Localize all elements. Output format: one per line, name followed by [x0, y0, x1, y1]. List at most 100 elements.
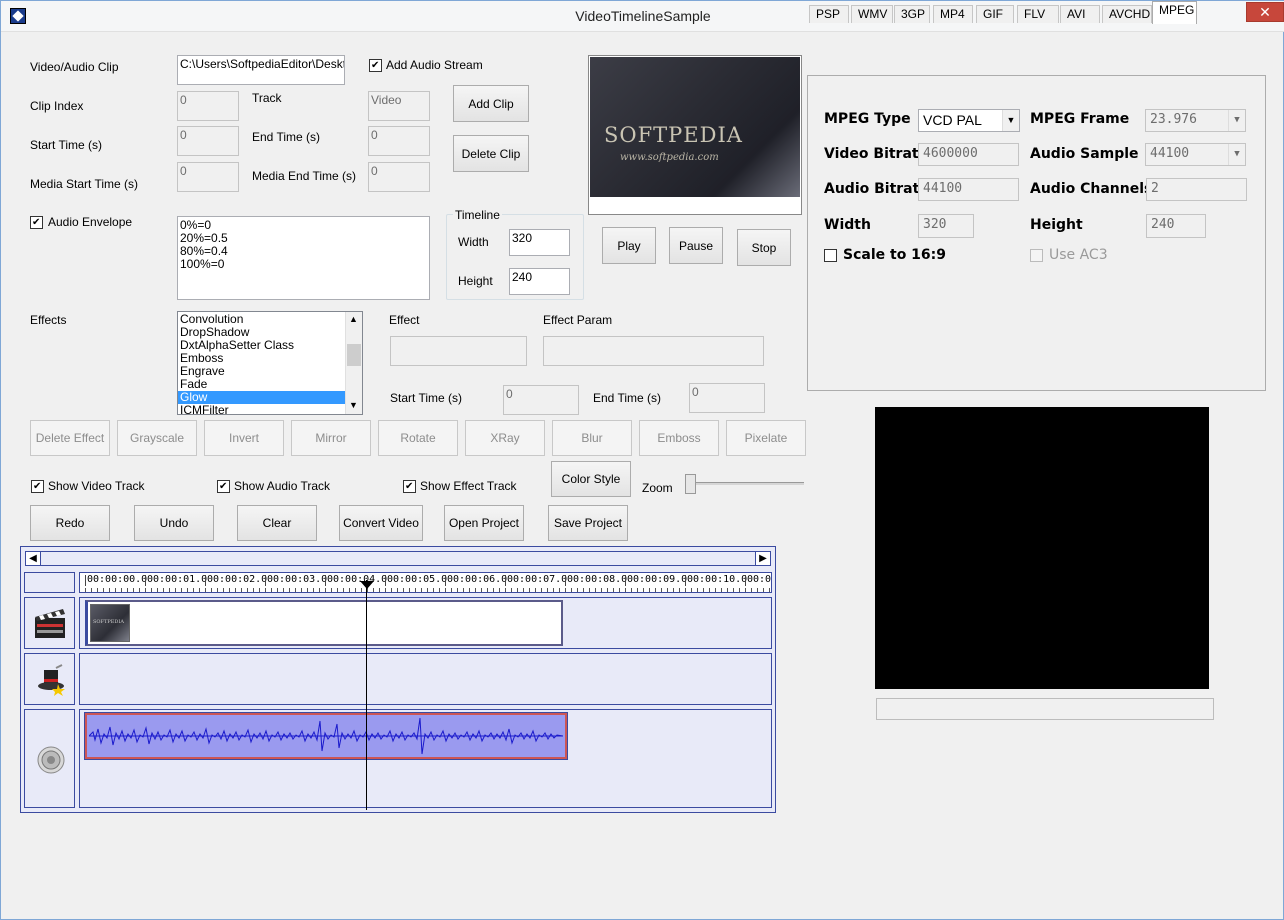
output-progress-bar	[876, 698, 1214, 720]
timeline-scroll-thumb[interactable]	[42, 553, 754, 564]
clip-path-input[interactable]: C:\Users\SoftpediaEditor\Desktop	[177, 55, 345, 85]
timeline-width-input[interactable]: 320	[509, 229, 570, 256]
mpeg-type-select[interactable]: VCD PAL ▼	[918, 109, 1020, 132]
delete-clip-button[interactable]: Delete Clip	[453, 135, 529, 172]
output-video-preview	[875, 407, 1209, 689]
timeline-height-input[interactable]: 240	[509, 268, 570, 295]
envelope-line: 100%=0	[180, 257, 225, 271]
media-end-time-input[interactable]: 0	[368, 162, 430, 192]
effects-listbox[interactable]: Convolution DropShadow DxtAlphaSetter Cl…	[177, 311, 363, 415]
playhead-marker-icon[interactable]	[360, 581, 374, 589]
effect-track-lane[interactable]	[79, 653, 772, 705]
save-project-button[interactable]: Save Project	[548, 505, 628, 541]
stop-button[interactable]: Stop	[737, 229, 791, 266]
show-video-track-checkbox[interactable]	[31, 480, 44, 493]
tab-avi[interactable]: AVI	[1060, 5, 1100, 23]
emboss-button[interactable]: Emboss	[639, 420, 719, 456]
effect-param-input[interactable]	[543, 336, 764, 366]
add-audio-stream-checkbox[interactable]	[369, 59, 382, 72]
audio-sample-select[interactable]: 44100 ▼	[1145, 143, 1246, 166]
scroll-left-icon[interactable]: ◀	[26, 552, 41, 565]
audio-envelope-checkbox[interactable]	[30, 216, 43, 229]
grayscale-button[interactable]: Grayscale	[117, 420, 197, 456]
invert-button[interactable]: Invert	[204, 420, 284, 456]
convert-video-button[interactable]: Convert Video	[339, 505, 423, 541]
effect-start-time-label: Start Time (s)	[390, 391, 463, 405]
chevron-down-icon[interactable]: ▼	[1002, 110, 1019, 131]
pixelate-button[interactable]: Pixelate	[726, 420, 806, 456]
scroll-down-icon[interactable]: ▼	[349, 400, 358, 410]
add-clip-button[interactable]: Add Clip	[453, 85, 529, 122]
effect-track-header[interactable]	[24, 653, 75, 705]
time-ruler[interactable]: 00:00:00.0 00:00:01.0 00:00:02.0 00:00:0…	[79, 572, 772, 593]
close-button[interactable]: ✕	[1246, 2, 1284, 22]
tab-flv[interactable]: FLV	[1017, 5, 1059, 23]
scroll-up-icon[interactable]: ▲	[349, 314, 358, 324]
audio-channels-input[interactable]: 2	[1146, 178, 1247, 201]
video-track-lane[interactable]: SOFTPEDIA	[79, 597, 772, 649]
show-effect-track-checkbox[interactable]	[403, 480, 416, 493]
blur-button[interactable]: Blur	[552, 420, 632, 456]
tab-mp4[interactable]: MP4	[933, 5, 973, 23]
audio-envelope-textarea[interactable]: 0%=0 20%=0.5 80%=0.4 100%=0	[177, 216, 430, 300]
clear-button[interactable]: Clear	[237, 505, 317, 541]
audio-track-header[interactable]	[24, 709, 75, 808]
mpeg-height-label: Height	[1030, 217, 1083, 233]
rotate-button[interactable]: Rotate	[378, 420, 458, 456]
mpeg-width-input[interactable]: 320	[918, 214, 974, 238]
clip-index-input[interactable]: 0	[177, 91, 239, 121]
tab-avchd[interactable]: AVCHD	[1102, 5, 1152, 23]
tab-mpeg[interactable]: MPEG	[1152, 1, 1197, 24]
media-start-time-input[interactable]: 0	[177, 162, 239, 192]
timeline-height-label: Height	[458, 274, 493, 288]
zoom-slider-track[interactable]	[686, 482, 804, 485]
show-audio-track-checkbox[interactable]	[217, 480, 230, 493]
effect-end-time-input[interactable]: 0	[689, 383, 765, 413]
timeline-width-label: Width	[458, 235, 489, 249]
end-time-input[interactable]: 0	[368, 126, 430, 156]
audio-bitrate-input[interactable]: 44100	[918, 178, 1019, 201]
tab-gif[interactable]: GIF	[976, 5, 1014, 23]
ruler-tick-label: 00:00:03.0	[265, 574, 328, 586]
effects-scrollbar[interactable]: ▲ ▼	[345, 312, 362, 414]
delete-effect-button[interactable]: Delete Effect	[30, 420, 110, 456]
start-time-input[interactable]: 0	[177, 126, 239, 156]
chevron-down-icon[interactable]: ▼	[1228, 144, 1245, 165]
mpeg-frame-select[interactable]: 23.976 ▼	[1145, 109, 1246, 132]
mpeg-height-input[interactable]: 240	[1146, 214, 1206, 238]
tab-3gp[interactable]: 3GP	[894, 5, 930, 23]
track-input[interactable]: Video	[368, 91, 430, 121]
scroll-thumb[interactable]	[347, 344, 361, 366]
audio-clip[interactable]	[84, 712, 568, 760]
pause-button[interactable]: Pause	[669, 227, 723, 264]
open-project-button[interactable]: Open Project	[444, 505, 524, 541]
audio-bitrate-label: Audio Bitrate	[824, 181, 929, 197]
audio-sample-value: 44100	[1150, 146, 1190, 161]
zoom-slider-thumb[interactable]	[685, 474, 696, 494]
end-time-label: End Time (s)	[252, 130, 321, 144]
video-clip[interactable]: SOFTPEDIA	[85, 600, 563, 646]
scale-16-9-checkbox[interactable]	[824, 249, 837, 262]
play-button[interactable]: Play	[602, 227, 656, 264]
timeline-scrollbar[interactable]: ◀ ▶	[25, 551, 771, 566]
use-ac3-checkbox[interactable]	[1030, 249, 1043, 262]
effect-input[interactable]	[390, 336, 527, 366]
video-track-header[interactable]	[24, 597, 75, 649]
effect-start-time-input[interactable]: 0	[503, 385, 579, 415]
mirror-button[interactable]: Mirror	[291, 420, 371, 456]
scroll-right-icon[interactable]: ▶	[755, 552, 770, 565]
audio-sample-label: Audio Sample	[1030, 146, 1139, 162]
clapperboard-icon	[35, 609, 65, 638]
chevron-down-icon[interactable]: ▼	[1228, 110, 1245, 131]
tab-psp[interactable]: PSP	[809, 5, 849, 23]
audio-track-lane[interactable]	[79, 709, 772, 808]
ruler-tick-label: 00:00:07.0	[505, 574, 568, 586]
undo-button[interactable]: Undo	[134, 505, 214, 541]
video-bitrate-input[interactable]: 4600000	[918, 143, 1019, 166]
effect-item[interactable]: ICMFilter	[178, 404, 347, 415]
xray-button[interactable]: XRay	[465, 420, 545, 456]
color-style-button[interactable]: Color Style	[551, 461, 631, 497]
tab-wmv[interactable]: WMV	[851, 5, 893, 23]
redo-button[interactable]: Redo	[30, 505, 110, 541]
playhead-line[interactable]	[366, 580, 367, 810]
